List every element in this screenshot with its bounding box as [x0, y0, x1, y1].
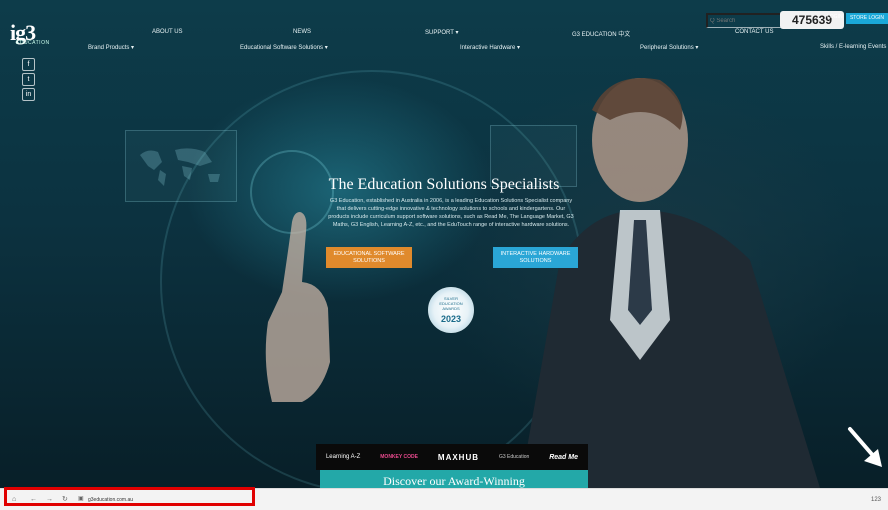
brand-read-me[interactable]: Read Me: [549, 454, 578, 461]
nav-contact-us[interactable]: CONTACT US: [735, 29, 773, 35]
address-bar-url[interactable]: g3education.com.au: [88, 497, 133, 503]
brand-monkey-code[interactable]: MONKEY CODE: [380, 454, 418, 460]
home-icon[interactable]: ⌂: [12, 496, 16, 503]
businessman-graphic: [520, 78, 820, 488]
brand-learning-az[interactable]: Learning A-Z: [326, 454, 360, 460]
hero-title: The Education Solutions Specialists: [328, 176, 560, 193]
instagram-icon[interactable]: in: [22, 88, 35, 101]
award-badge: SILVER EDUCATION AWARDS 2023: [428, 287, 474, 333]
nav-chinese[interactable]: G3 EDUCATION 中文: [572, 29, 630, 38]
store-login-button[interactable]: STORE LOGIN: [846, 13, 888, 24]
educational-software-button[interactable]: EDUCATIONAL SOFTWARE SOLUTIONS: [326, 247, 412, 268]
login-link[interactable]: LOGIN: [827, 14, 843, 20]
interactive-hardware-button[interactable]: INTERACTIVE HARDWARE SOLUTIONS: [493, 247, 578, 268]
twitter-icon[interactable]: t: [22, 73, 35, 86]
search-input[interactable]: [706, 13, 786, 28]
award-badge-line3: AWARDS: [442, 306, 460, 311]
reload-icon[interactable]: ↻: [62, 496, 68, 503]
nav-support[interactable]: SUPPORT ▾: [425, 29, 458, 36]
webpage-viewport: ig3 EDUCATION f t in ABOUT US NEWS SUPPO…: [0, 0, 888, 488]
nav-skills-events[interactable]: Skills / E-learning Events: [820, 44, 886, 50]
forward-icon[interactable]: →: [46, 496, 53, 503]
brand-g3-education[interactable]: G3 Education: [499, 454, 529, 460]
nav-about-us[interactable]: ABOUT US: [152, 29, 183, 35]
award-badge-year: 2023: [440, 314, 462, 324]
site-logo-subtitle: EDUCATION: [16, 40, 50, 46]
nav-peripheral-solutions[interactable]: Peripheral Solutions ▾: [640, 44, 698, 51]
nav-brand-products[interactable]: Brand Products ▾: [88, 44, 134, 51]
brand-strip: Learning A-Z MONKEY CODE MAXHUB G3 Educa…: [316, 444, 588, 470]
back-icon[interactable]: ←: [30, 496, 37, 503]
nav-educational-software[interactable]: Educational Software Solutions ▾: [240, 44, 328, 51]
brand-maxhub[interactable]: MAXHUB: [438, 453, 479, 462]
nav-news[interactable]: NEWS: [293, 29, 311, 35]
nav-interactive-hardware[interactable]: Interactive Hardware ▾: [460, 44, 520, 51]
pointing-hand-graphic: [265, 212, 330, 402]
discover-banner[interactable]: Discover our Award-Winning: [320, 470, 588, 488]
taskbar-extension-icon[interactable]: 123: [871, 497, 881, 503]
pointer-arrow-icon: [848, 427, 882, 467]
hero-description: G3 Education, established in Australia i…: [328, 198, 574, 228]
browser-bottom-bar: [0, 488, 888, 510]
facebook-icon[interactable]: f: [22, 58, 35, 71]
lock-icon: ▣: [78, 496, 84, 502]
